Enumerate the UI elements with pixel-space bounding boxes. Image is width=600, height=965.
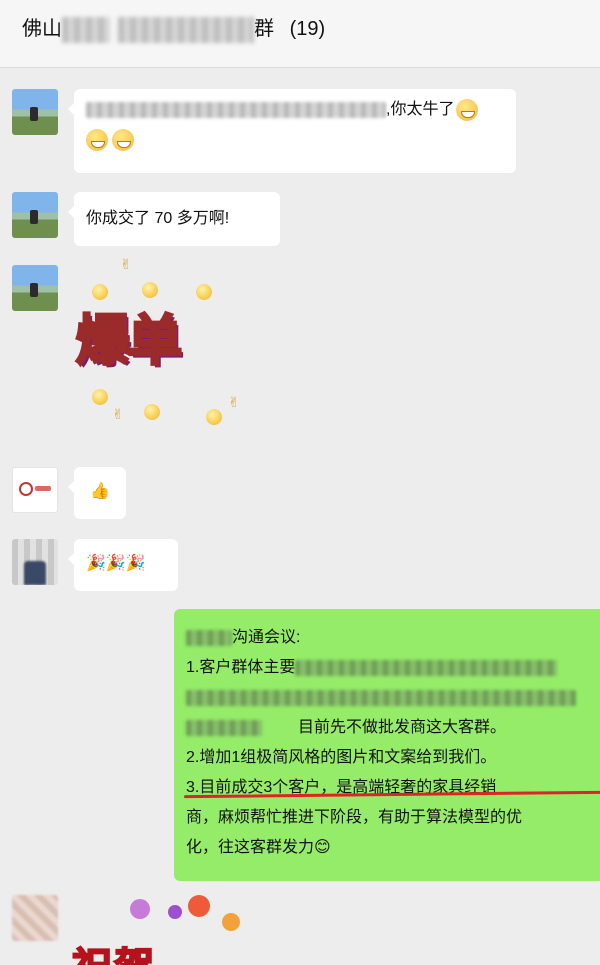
clap-icon: ✌ (112, 406, 124, 422)
clap-icon: ✌ (120, 256, 132, 272)
message-bubble[interactable]: 🎉🎉🎉 (68, 539, 178, 591)
coin-icon (196, 284, 212, 300)
message-line: 商，麻烦帮忙推进下阶段，有助于算法模型的优 (186, 809, 523, 826)
redacted-name (118, 16, 254, 43)
message-bubble[interactable]: 你成交了 70 多万啊! (68, 192, 280, 246)
sticker-image[interactable]: ✌ 爆单 ✌ ✌ (72, 256, 252, 434)
redacted-text (186, 689, 576, 706)
message-text: ,你太牛了 (386, 101, 455, 118)
coin-icon (206, 409, 222, 425)
message-line: 目前先不做批发商这大客群。 (298, 719, 507, 736)
message-bubble-mine[interactable]: 沟通会议: 1.客户群体主要 目前先不做批发商这大客群。 2.增加1组极简风格的… (174, 609, 600, 881)
grin-emoji-icon (112, 128, 134, 151)
avatar[interactable] (12, 895, 58, 941)
avatar[interactable] (12, 265, 58, 311)
message-line: 3.目前成交3个客户，是高端轻奢的家具经销 (186, 779, 497, 796)
redacted-text (186, 629, 232, 646)
member-count: (19) (289, 18, 326, 40)
redacted-text (86, 101, 386, 118)
message-line: 沟通会议: (232, 629, 301, 646)
flower-icon (222, 913, 240, 931)
message-bubble[interactable]: 👍 (68, 467, 126, 519)
flower-icon (168, 905, 182, 919)
avatar[interactable] (12, 192, 58, 238)
message-bubble[interactable]: ,你太牛了 (68, 89, 516, 173)
grin-emoji-icon (456, 98, 479, 121)
sticker-text: 祝贺 (71, 935, 156, 965)
clap-icon: ✌ (228, 394, 240, 410)
title-prefix: 佛山 (22, 18, 62, 40)
thumbs-up-icon: 👍 (90, 483, 110, 500)
coin-icon (144, 404, 160, 420)
avatar[interactable] (12, 467, 58, 513)
sticker-text: 爆单 (75, 308, 184, 374)
message-line: 2.增加1组极简风格的图片和文案给到我们。 (186, 749, 497, 766)
party-popper-icon: 🎉🎉🎉 (86, 555, 146, 572)
redacted-text (186, 719, 262, 736)
group-title[interactable]: 佛山 群 (19) (22, 12, 325, 43)
message-list[interactable]: ,你太牛了 你成交了 70 多万啊! ✌ 爆单 ✌ ✌ 👍 🎉🎉🎉 沟通会议: … (0, 69, 600, 965)
redacted-name (62, 16, 110, 43)
message-line: 1.客户群体主要 (186, 659, 296, 676)
title-suffix: 群 (254, 18, 274, 40)
redacted-text (295, 659, 558, 676)
chat-header: 佛山 群 (19) (0, 0, 600, 68)
flower-icon (130, 899, 150, 919)
avatar[interactable] (12, 89, 58, 135)
coin-icon (92, 389, 108, 405)
sticker-image[interactable]: 祝贺 (71, 895, 252, 965)
message-text: 你成交了 70 多万啊! (86, 210, 230, 227)
message-line: 化，往这客群发力😊 (186, 839, 331, 856)
flower-icon (188, 895, 210, 917)
avatar[interactable] (12, 539, 58, 585)
grin-emoji-icon (86, 128, 108, 151)
